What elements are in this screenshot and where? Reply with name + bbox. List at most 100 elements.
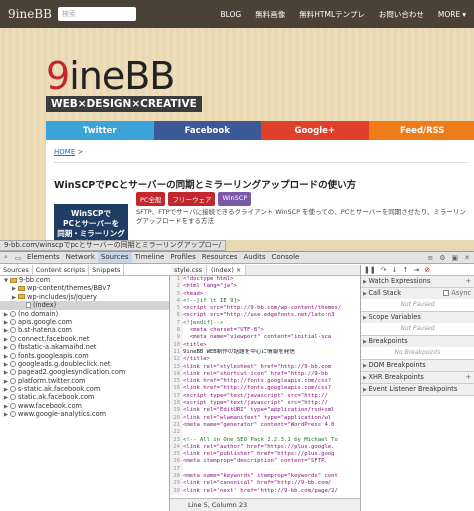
article-thumbnail[interactable]: WinSCPでPCとサーバーを同期・ミラーリングする設定のしかた — [54, 204, 128, 240]
code-text: <link rel="author" href="https://plus.go… — [183, 443, 335, 450]
tree-item[interactable]: ▶ fonts.googleapis.com — [0, 352, 169, 360]
tree-item[interactable]: ▶ b.st-hatena.com — [0, 326, 169, 334]
tree-item[interactable]: ▶ wp-includes/js/jquery — [0, 293, 169, 301]
line-number: 18 — [170, 400, 183, 408]
domain-icon — [10, 318, 16, 325]
async-toggle[interactable]: Async — [443, 288, 471, 299]
brand-logo[interactable]: 9ineBB — [46, 57, 202, 95]
subtab-sources[interactable]: Sources — [0, 265, 33, 275]
social-feedrss-button[interactable]: Feed/RSS — [368, 121, 474, 140]
line-number: 19 — [170, 407, 183, 415]
subtab-content-scripts[interactable]: Content scripts — [33, 265, 90, 275]
editor-tab[interactable]: (index) × — [207, 265, 247, 275]
tab-timeline[interactable]: Timeline — [132, 252, 168, 263]
social-facebook-button[interactable]: Facebook — [153, 121, 261, 140]
deactivate-breakpoints-icon[interactable]: ⇥ — [413, 266, 419, 274]
code-text: <script src="http://use.edgefonts.net/la… — [183, 312, 335, 319]
dock-icon[interactable]: ▣ — [452, 254, 459, 262]
search-input[interactable]: 検索 — [58, 7, 136, 21]
breadcrumb-home[interactable]: HOME — [54, 148, 75, 156]
pause-on-exceptions-icon[interactable]: ⊘ — [424, 266, 430, 274]
nav-more[interactable]: MORE ▾ — [438, 9, 466, 20]
tree-item[interactable]: ▶ apis.google.com — [0, 318, 169, 326]
tree-item-label: www.facebook.com — [18, 401, 82, 410]
step-over-icon[interactable]: ↷ — [381, 266, 387, 274]
code-line: 3 <head> — [170, 290, 360, 298]
code-line: 13 <link rel="stylesheet" href="http://9-… — [170, 363, 360, 371]
inspect-icon[interactable]: ⌕ — [0, 253, 12, 262]
tree-item-label: platform.twitter.com — [18, 376, 86, 385]
step-out-icon[interactable]: ↑ — [402, 266, 408, 274]
nav-contact[interactable]: お問い合わせ — [379, 9, 424, 20]
tab-console[interactable]: Console — [269, 252, 303, 263]
breadcrumb-separator: > — [77, 148, 84, 156]
code-line: 24 <link rel="author" href="https://plus.… — [170, 443, 360, 452]
tree-item[interactable]: ▶ wp-content/themes/BBv7 — [0, 284, 169, 292]
tree-item-label: pagead2.googlesyndication.com — [18, 368, 126, 377]
code-text: <script type="text/javascript" src="http… — [183, 392, 328, 399]
article-tag[interactable]: フリーウェア — [168, 192, 216, 206]
tree-item[interactable]: (index) — [0, 301, 169, 310]
tree-item[interactable]: ▶ pagead2.googlesyndication.com — [0, 368, 169, 376]
async-checkbox[interactable] — [443, 290, 450, 296]
close-icon[interactable]: × — [234, 266, 241, 274]
tree-item-label: www.google-analytics.com — [18, 410, 107, 419]
tree-item-label: (no domain) — [18, 309, 59, 318]
tab-elements[interactable]: Elements — [24, 252, 63, 263]
code-line: 29 <link rel="canonical" href="http://9-b… — [170, 480, 360, 488]
nav-more-label: MORE — [437, 9, 461, 19]
social-google-button[interactable]: Google+ — [261, 121, 369, 140]
debugger-section: ▶ DOM Breakpoints — [361, 360, 474, 372]
nav-blog[interactable]: BLOG — [220, 9, 241, 20]
tree-item[interactable]: ▶ s-static.ak.facebook.com — [0, 385, 169, 393]
settings-icon[interactable]: ⚙ — [439, 254, 445, 262]
subtab-snippets[interactable]: Snippets — [89, 265, 125, 275]
tab-resources[interactable]: Resources — [199, 252, 241, 263]
tree-item[interactable]: ▼ 9-bb.com — [0, 276, 169, 284]
close-icon[interactable]: ✕ — [464, 254, 470, 262]
tab-sources[interactable]: Sources — [97, 252, 132, 263]
tab-network[interactable]: Network — [63, 252, 98, 263]
section-header[interactable]: ▶ Watch Expressions + — [361, 276, 474, 287]
site-logo[interactable]: 9ineBB — [8, 7, 52, 21]
social-twitter-button[interactable]: Twitter — [46, 121, 154, 140]
console-toggle-icon[interactable]: ≡ — [427, 254, 433, 262]
collapsed-arrow-icon[interactable]: ▶ — [2, 411, 10, 419]
add-icon[interactable]: + — [465, 276, 471, 287]
tree-item[interactable]: ▶ (no domain) — [0, 310, 169, 318]
article-title[interactable]: WinSCPでPCとサーバーの同期とミラーリングアップロードの使い方 — [54, 177, 468, 191]
device-icon[interactable]: ▭ — [12, 254, 24, 262]
article-tag[interactable]: PC全般 — [136, 192, 166, 206]
section-header[interactable]: ▶ Event Listener Breakpoints — [361, 384, 474, 395]
tab-audits[interactable]: Audits — [241, 252, 269, 263]
social-bar: Twitter Facebook Google+ Feed/RSS — [46, 121, 474, 140]
article-tag[interactable]: WinSCP — [218, 192, 252, 206]
section-header[interactable]: ▶ DOM Breakpoints — [361, 360, 474, 371]
tree-item[interactable]: ▶ fbstatic-a.akamaihd.net — [0, 343, 169, 351]
code-line: 1 <!doctype html> — [170, 276, 360, 284]
tree-item[interactable]: ▶ googleads.g.doubleclick.net — [0, 360, 169, 368]
section-header[interactable]: ▶ Scope Variables — [361, 312, 474, 323]
editor-status: Line 5, Column 23 — [170, 498, 360, 511]
tree-item[interactable]: ▶ www.google-analytics.com — [0, 410, 169, 418]
section-header[interactable]: ▶ Breakpoints — [361, 336, 474, 347]
add-icon[interactable]: + — [465, 372, 471, 383]
tree-item[interactable]: ▶ static.ak.facebook.com — [0, 393, 169, 401]
tree-item[interactable]: ▶ www.facebook.com — [0, 402, 169, 410]
code-text: <meta charset="UTF-8"> — [183, 327, 264, 334]
nav-free-images[interactable]: 無料画像 — [255, 9, 285, 20]
tab-profiles[interactable]: Profiles — [167, 252, 198, 263]
pause-icon[interactable]: ❚❚ — [364, 266, 376, 274]
section-header[interactable]: ▶ Call Stack Async — [361, 288, 474, 299]
tree-item[interactable]: ▶ platform.twitter.com — [0, 377, 169, 385]
code-line: 8 <meta charset="UTF-8"> — [170, 327, 360, 335]
section-header[interactable]: ▶ XHR Breakpoints + — [361, 372, 474, 383]
editor-tab-label: style.css — [174, 266, 202, 274]
tree-item[interactable]: ▶ connect.facebook.net — [0, 335, 169, 343]
editor-tab[interactable]: style.css — [170, 265, 207, 275]
nav-free-templates[interactable]: 無料HTMLテンプレ — [299, 9, 365, 20]
domain-icon — [10, 344, 16, 351]
step-into-icon[interactable]: ↓ — [392, 266, 398, 274]
line-number: 3 — [170, 290, 183, 298]
code-editor[interactable]: 1 <!doctype html> 2 <html lang="ja"> 3 <head>… — [170, 276, 360, 498]
